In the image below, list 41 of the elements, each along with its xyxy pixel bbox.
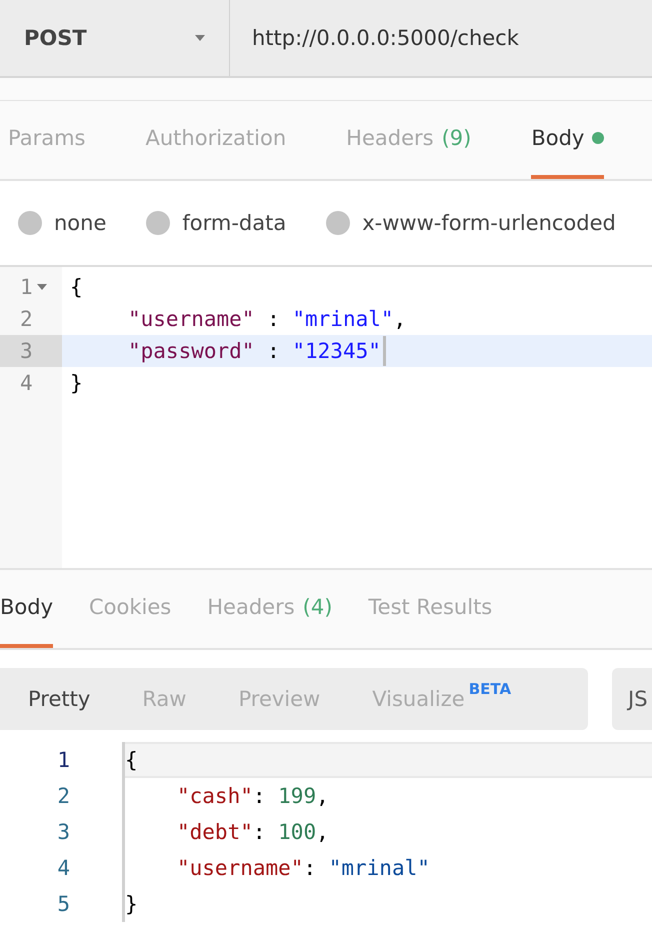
line-number: 2 xyxy=(56,783,71,810)
code-token: "12345" xyxy=(292,339,381,363)
line-number: 5 xyxy=(56,891,71,918)
code-token: { xyxy=(70,275,83,299)
request-tab[interactable]: Body xyxy=(531,101,604,179)
code-token: : xyxy=(303,856,318,880)
code-token: , xyxy=(394,307,406,331)
line-number: 2 xyxy=(19,306,34,333)
line-number: 1 xyxy=(56,747,71,774)
line-number: 3 xyxy=(0,335,62,367)
code-token: 100 xyxy=(278,820,316,844)
code-token: , xyxy=(316,784,329,808)
text-cursor xyxy=(382,336,386,366)
code-token: { xyxy=(125,748,138,772)
line-number: 4 xyxy=(56,855,71,882)
view-mode-tab[interactable]: Pretty xyxy=(0,668,114,730)
code-token: , xyxy=(316,820,329,844)
code-token: "mrinal" xyxy=(328,856,430,880)
response-tab[interactable]: Body xyxy=(0,570,54,648)
code-token: } xyxy=(70,371,83,395)
code-token: "debt" xyxy=(177,820,253,844)
line-number: 4 xyxy=(19,370,34,397)
code-token: "mrinal" xyxy=(292,307,394,331)
line-number: 1 xyxy=(0,271,62,303)
caret-icon xyxy=(195,35,205,41)
code-token: : xyxy=(252,784,267,808)
code-token: } xyxy=(125,892,138,916)
code-token: : xyxy=(252,820,267,844)
format-dropdown[interactable]: JS xyxy=(612,668,652,730)
code-token: : xyxy=(266,339,281,363)
body-type-radio[interactable]: form-data xyxy=(146,211,286,235)
code-token: "password" xyxy=(128,339,254,363)
code-token: 199 xyxy=(278,784,316,808)
body-type-radio[interactable]: none xyxy=(18,211,106,235)
line-number: 3 xyxy=(56,819,71,846)
code-token: : xyxy=(266,307,281,331)
code-token: "cash" xyxy=(177,784,253,808)
code-token: "username" xyxy=(177,856,304,880)
code-token: "username" xyxy=(128,307,254,331)
fold-caret-icon[interactable] xyxy=(36,284,47,290)
body-type-radio[interactable]: x-www-form-urlencoded xyxy=(326,211,616,235)
